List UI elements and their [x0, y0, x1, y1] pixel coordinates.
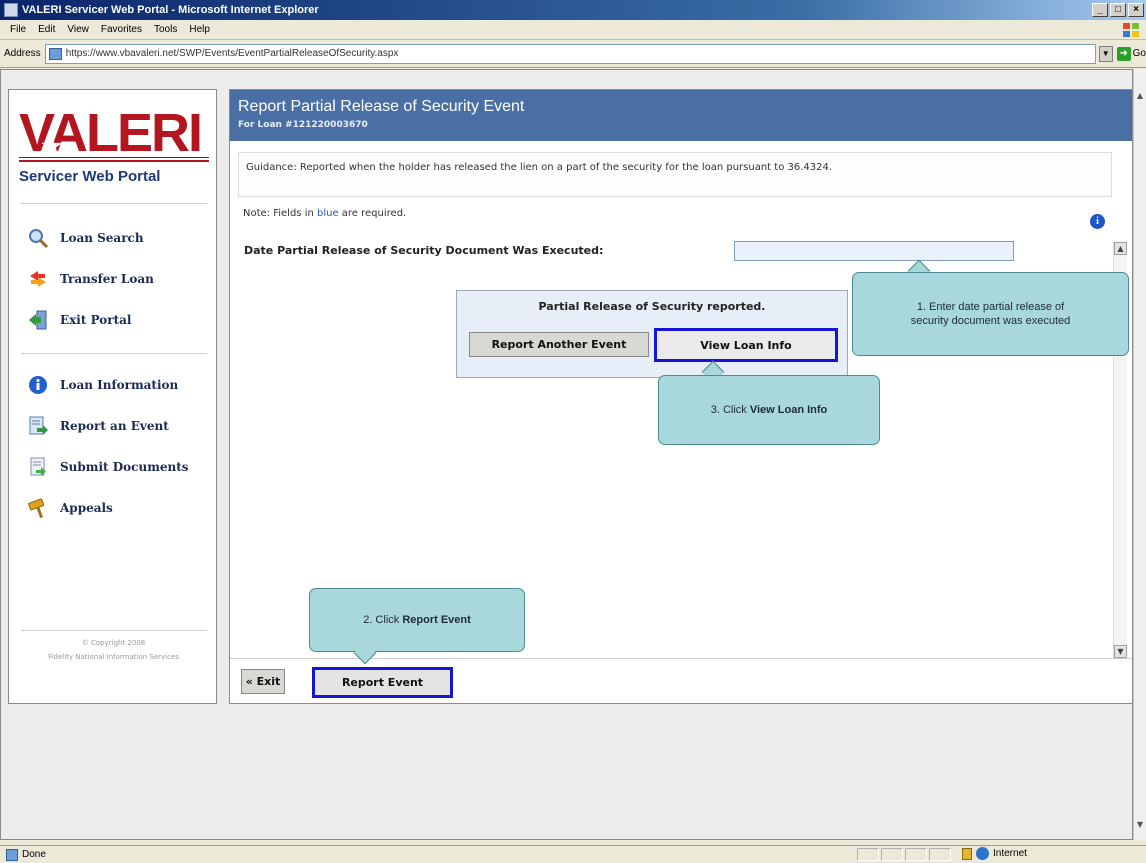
report-another-event-button[interactable]: Report Another Event: [469, 332, 649, 357]
windows-logo-icon: [1123, 23, 1139, 37]
star-icon: ★: [41, 133, 62, 160]
sidebar-divider: [21, 630, 207, 631]
confirmation-message: Partial Release of Security reported.: [538, 300, 766, 313]
menu-tools[interactable]: Tools: [148, 24, 183, 35]
transfer-arrows-icon: [27, 268, 49, 290]
report-event-button[interactable]: Report Event: [312, 667, 453, 698]
scroll-down-icon[interactable]: ▼: [1134, 818, 1146, 832]
address-label: Address: [4, 48, 41, 59]
sidebar: VALERI ★ Servicer Web Portal Loan Search …: [8, 89, 217, 704]
window-title-bar: VALERI Servicer Web Portal - Microsoft I…: [0, 0, 1146, 20]
address-input[interactable]: https://www.vbavaleri.net/SWP/Events/Eve…: [44, 43, 1096, 64]
callout-step-1: 1. Enter date partial release of securit…: [852, 272, 1129, 356]
address-url: https://www.vbavaleri.net/SWP/Events/Eve…: [65, 48, 399, 59]
loan-number: For Loan #121220003670: [238, 120, 368, 130]
internet-globe-icon: [976, 847, 989, 860]
logo-wordmark: VALERI ★: [19, 106, 209, 160]
sidebar-nav-secondary: Loan Information Report an Event Submit …: [27, 364, 189, 528]
zone-label: Internet: [993, 848, 1027, 859]
maximize-button[interactable]: □: [1110, 3, 1126, 17]
page-title: Report Partial Release of Security Event: [238, 98, 525, 115]
minimize-button[interactable]: _: [1092, 3, 1108, 17]
callout-step-2: 2. Click Report Event: [309, 588, 525, 652]
status-bar: Done Internet: [0, 845, 1146, 863]
sidebar-divider: [21, 203, 207, 204]
menu-file[interactable]: File: [4, 24, 32, 35]
info-icon: [27, 374, 49, 396]
date-executed-input[interactable]: [734, 241, 1014, 261]
sidebar-item-report-an-event[interactable]: Report an Event: [27, 405, 189, 446]
exit-button[interactable]: « Exit: [241, 669, 285, 694]
confirmation-popup: Partial Release of Security reported. Re…: [456, 290, 848, 378]
go-label: Go: [1132, 48, 1146, 59]
go-button[interactable]: ➜ Go: [1116, 46, 1146, 61]
ie-window-icon: [4, 3, 18, 17]
scroll-down-icon[interactable]: ▼: [1114, 645, 1127, 658]
page-header: Report Partial Release of Security Event…: [230, 90, 1132, 141]
sidebar-nav-primary: Loan Search Transfer Loan Exit Portal: [27, 217, 154, 340]
sidebar-item-transfer-loan[interactable]: Transfer Loan: [27, 258, 154, 299]
required-note: Note: Fields in blue are required.: [243, 208, 407, 219]
window-controls: _ □ ×: [1092, 3, 1144, 17]
menu-favorites[interactable]: Favorites: [95, 24, 148, 35]
address-dropdown-icon[interactable]: ▼: [1098, 45, 1113, 62]
sidebar-item-loan-information[interactable]: Loan Information: [27, 364, 189, 405]
status-text: Done: [22, 849, 46, 860]
scroll-up-icon[interactable]: ▲: [1114, 242, 1127, 255]
menu-view[interactable]: View: [61, 24, 95, 35]
status-panes: [857, 848, 951, 861]
info-icon[interactable]: i: [1090, 214, 1105, 229]
submit-document-icon: [27, 456, 49, 478]
menu-edit[interactable]: Edit: [32, 24, 61, 35]
sidebar-item-exit-portal[interactable]: Exit Portal: [27, 299, 154, 340]
sidebar-item-loan-search[interactable]: Loan Search: [27, 217, 154, 258]
go-arrow-icon: ➜: [1116, 46, 1131, 61]
sidebar-item-submit-documents[interactable]: Submit Documents: [27, 446, 189, 487]
lock-icon: [962, 847, 972, 860]
valeri-logo: VALERI ★ Servicer Web Portal: [19, 106, 209, 185]
page-done-icon: [6, 848, 18, 861]
view-loan-info-button[interactable]: View Loan Info: [654, 328, 838, 362]
report-document-icon: [27, 415, 49, 437]
scroll-up-icon[interactable]: ▲: [1134, 89, 1146, 103]
close-button[interactable]: ×: [1128, 3, 1144, 17]
callout-step-3: 3. Click View Loan Info: [658, 375, 880, 445]
date-executed-label: Date Partial Release of Security Documen…: [244, 244, 604, 257]
exit-door-icon: [27, 309, 49, 331]
copyright-notice: © Copyright 2008 Fidelity National Infor…: [48, 639, 179, 661]
magnifier-icon: [27, 227, 49, 249]
menu-help[interactable]: Help: [183, 24, 216, 35]
sidebar-item-appeals[interactable]: Appeals: [27, 487, 189, 528]
security-zone: Internet: [962, 847, 1027, 860]
menu-bar: File Edit View Favorites Tools Help: [0, 20, 1146, 40]
address-bar: Address https://www.vbavaleri.net/SWP/Ev…: [0, 40, 1146, 68]
gavel-icon: [27, 497, 49, 519]
browser-scrollbar[interactable]: ▲ ▼: [1133, 69, 1146, 840]
window-title: VALERI Servicer Web Portal - Microsoft I…: [22, 4, 319, 16]
sidebar-divider: [21, 353, 207, 354]
page-icon: [48, 47, 62, 60]
guidance-box: Guidance: Reported when the holder has r…: [238, 152, 1112, 197]
action-bar: « Exit Report Event: [230, 658, 1132, 703]
